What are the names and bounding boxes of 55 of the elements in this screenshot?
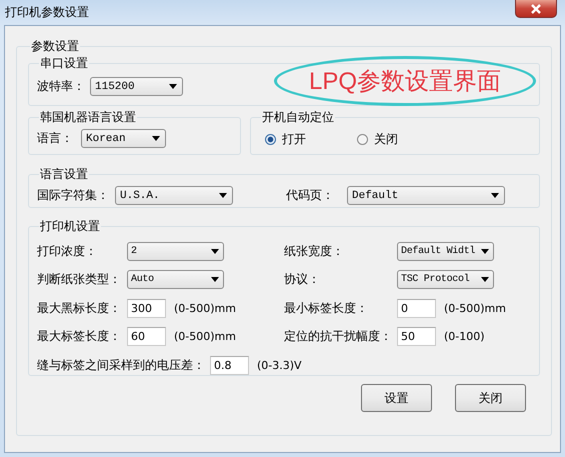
dialog-button[interactable]: 设置 [361, 384, 432, 412]
dropdown-arrow-icon [219, 193, 227, 198]
dropdown-arrow-icon [481, 277, 489, 282]
radio-option[interactable]: 打开 [265, 131, 357, 148]
input-field[interactable]: 60 [127, 327, 166, 346]
dropdown-arrow-icon [169, 84, 177, 89]
field-label: 语言： [37, 130, 74, 147]
dropdown-arrow-icon [481, 248, 489, 254]
dialog-button[interactable]: 关闭 [455, 384, 526, 412]
field-label: 最小标签长度： [284, 300, 369, 317]
field-label: 最大标签长度： [37, 328, 122, 346]
radio-button[interactable] [265, 134, 276, 145]
dropdown-arrow-icon [211, 277, 219, 282]
dropdown-arrow-icon [152, 136, 160, 141]
baud-rate-dropdown[interactable]: 115200 [90, 77, 183, 96]
unit-label: (0-3.3)V [257, 358, 302, 372]
dropdown[interactable]: 2 [127, 242, 224, 261]
group-title: 串口设置 [39, 55, 89, 72]
group-title: 韩国机器语言设置 [39, 109, 137, 126]
field-label: 最大黑标长度： [37, 300, 122, 317]
input-field[interactable]: 50 [397, 327, 436, 346]
field-label: 判断纸张类型： [37, 271, 122, 288]
group-title: 开机自动定位 [261, 109, 335, 126]
group-title: 打印机设置 [39, 218, 101, 235]
dropdown[interactable]: Auto [127, 270, 224, 290]
radio-button[interactable] [357, 134, 368, 145]
group-title: 参数设置 [30, 38, 80, 55]
input-field[interactable]: 300 [127, 298, 166, 318]
field-label: 纸张宽度： [284, 242, 345, 260]
input-field[interactable]: 0 [397, 298, 436, 318]
close-button[interactable] [515, 0, 557, 18]
field-label: 代码页： [286, 187, 335, 204]
dropdown[interactable]: TSC Protocol [397, 270, 494, 290]
input-field[interactable]: 0.8 [210, 356, 249, 375]
field-label: 国际字符集： [37, 187, 110, 204]
dropdown-arrow-icon [491, 193, 499, 198]
annotation-text: LPQ参数设置界面 [308, 67, 502, 97]
field-label: 缝与标签之间采样到的电压差： [37, 356, 205, 374]
language-dropdown[interactable]: Korean [81, 129, 166, 148]
group-title: 语言设置 [39, 166, 89, 183]
field-label: 打印浓度： [37, 242, 98, 260]
dropdown-arrow-icon [211, 248, 219, 254]
field-label: 定位的抗干扰幅度： [284, 328, 393, 346]
window-title: 打印机参数设置 [5, 4, 89, 21]
unit-label: (0-500)mm [174, 330, 236, 344]
unit-label: (0-500)mm [174, 302, 236, 315]
unit-label: (0-100) [444, 330, 485, 344]
dropdown[interactable]: Default Widtl [397, 242, 494, 261]
field-label: 协议： [284, 271, 321, 288]
close-icon [530, 4, 542, 14]
dropdown[interactable]: U.S.A. [115, 186, 233, 205]
radio-option[interactable]: 关闭 [357, 131, 449, 148]
field-label: 波特率： [37, 78, 86, 95]
unit-label: (0-500)mm [444, 302, 506, 315]
dropdown[interactable]: Default [347, 186, 505, 205]
